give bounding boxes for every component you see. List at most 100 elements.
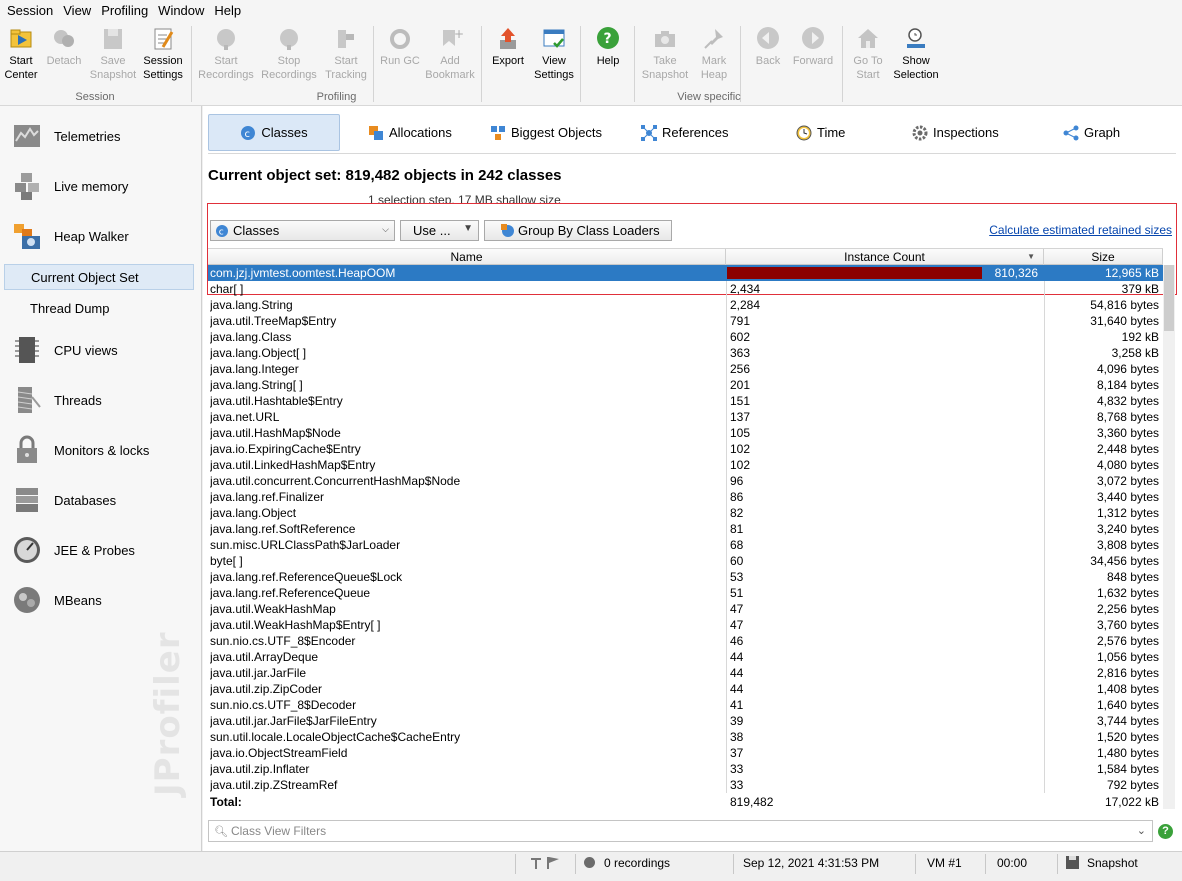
cell-instance-count: 47 <box>730 618 744 632</box>
column-divider <box>726 617 727 633</box>
filter-apply-icon[interactable]: ? <box>1158 824 1173 839</box>
table-row[interactable]: java.lang.ref.ReferenceQueue$Lock 53 848 b… <box>208 569 1163 585</box>
menu-help[interactable]: Help <box>209 0 246 22</box>
table-row[interactable]: java.net.URL 137 8,768 bytes <box>208 409 1163 425</box>
table-row[interactable]: java.util.jar.JarFile$JarFileEntry 39 3,74… <box>208 713 1163 729</box>
sidebar-item-mbeans[interactable]: MBeans <box>0 580 201 620</box>
table-row[interactable]: java.util.WeakHashMap$Entry[ ] 47 3,760 by… <box>208 617 1163 633</box>
table-row[interactable]: java.util.Hashtable$Entry 151 4,832 bytes <box>208 393 1163 409</box>
search-icon: 🔍︎ <box>214 825 228 838</box>
sidebar-item-current-object-set[interactable]: Current Object Set <box>4 264 194 290</box>
sidebar-item-live-memory[interactable]: Live memory <box>0 166 201 206</box>
table-row[interactable]: java.io.ObjectStreamField 37 1,480 bytes <box>208 745 1163 761</box>
column-header-name[interactable]: Name <box>208 249 726 265</box>
detach-button[interactable]: Detach <box>44 26 84 68</box>
table-row[interactable]: java.util.LinkedHashMap$Entry 102 4,080 by… <box>208 457 1163 473</box>
go-to-start-button[interactable]: Go To Start <box>848 26 888 82</box>
tab-time[interactable]: Time <box>796 114 845 151</box>
calculate-retained-sizes-link[interactable]: Calculate estimated retained sizes <box>989 223 1172 237</box>
table-row[interactable]: java.util.WeakHashMap 47 2,256 bytes <box>208 601 1163 617</box>
back-button[interactable]: Back <box>746 26 790 68</box>
cell-instance-count: 602 <box>730 330 751 344</box>
table-row[interactable]: java.lang.Object[ ] 363 3,258 kB <box>208 345 1163 361</box>
sidebar-item-telemetries[interactable]: Telemetries <box>0 116 201 156</box>
view-settings-button[interactable]: View Settings <box>532 26 576 82</box>
table-row[interactable]: java.lang.Integer 256 4,096 bytes <box>208 361 1163 377</box>
save-snapshot-button[interactable]: Save Snapshot <box>89 26 137 82</box>
table-row[interactable]: java.lang.Class 602 192 kB <box>208 329 1163 345</box>
column-header-size[interactable]: Size <box>1044 249 1163 265</box>
tab-classes[interactable]: c Classes <box>208 114 340 151</box>
group-by-class-loaders-button[interactable]: Group By Class Loaders <box>484 220 672 241</box>
sidebar-item-monitors-locks[interactable]: Monitors & locks <box>0 430 201 470</box>
start-center-button[interactable]: Start Center <box>2 26 40 82</box>
scrollbar-thumb[interactable] <box>1164 265 1174 331</box>
session-settings-button[interactable]: Session Settings <box>140 26 186 82</box>
table-row[interactable]: java.lang.ref.ReferenceQueue 51 1,632 byte… <box>208 585 1163 601</box>
tab-allocations[interactable]: Allocations <box>368 114 452 151</box>
table-row[interactable]: java.lang.String 2,284 54,816 bytes <box>208 297 1163 313</box>
export-button[interactable]: Export <box>488 26 528 68</box>
sort-descending-icon: ▼ <box>1027 252 1035 261</box>
sidebar-item-threads[interactable]: Threads <box>0 380 201 420</box>
view-mode-combo[interactable]: c Classes ⌵ <box>210 220 395 241</box>
menu-window[interactable]: Window <box>153 0 209 22</box>
table-row[interactable]: sun.misc.URLClassPath$JarLoader 68 3,808 b… <box>208 537 1163 553</box>
table-row[interactable]: java.lang.String[ ] 201 8,184 bytes <box>208 377 1163 393</box>
sidebar-item-jee-probes[interactable]: JEE & Probes <box>0 530 201 570</box>
sidebar-item-heap-walker[interactable]: Heap Walker <box>0 216 201 256</box>
table-row[interactable]: byte[ ] 60 34,456 bytes <box>208 553 1163 569</box>
show-selection-button[interactable]: Show Selection <box>892 26 940 82</box>
table-row[interactable]: java.lang.Object 82 1,312 bytes <box>208 505 1163 521</box>
run-gc-button[interactable]: Run GC <box>377 26 423 68</box>
column-header-instance-count[interactable]: Instance Count ▼ <box>726 249 1044 265</box>
table-row[interactable]: java.util.concurrent.ConcurrentHashMap$N… <box>208 473 1163 489</box>
tab-biggest-objects[interactable]: Biggest Objects <box>490 114 602 151</box>
add-bookmark-button[interactable]: + Add Bookmark <box>425 26 475 82</box>
menu-session[interactable]: Session <box>2 0 58 22</box>
sidebar-item-cpu-views[interactable]: CPU views <box>0 330 201 370</box>
table-row[interactable]: sun.nio.cs.UTF_8$Encoder 46 2,576 bytes <box>208 633 1163 649</box>
table-row[interactable]: java.io.ExpiringCache$Entry 102 2,448 byte… <box>208 441 1163 457</box>
table-row[interactable]: sun.util.locale.LocaleObjectCache$CacheE… <box>208 729 1163 745</box>
forward-button[interactable]: Forward <box>790 26 836 68</box>
table-row[interactable]: java.util.ArrayDeque 44 1,056 bytes <box>208 649 1163 665</box>
table-row[interactable]: sun.nio.cs.UTF_8$Decoder 41 1,640 bytes <box>208 697 1163 713</box>
column-divider <box>1044 393 1045 409</box>
class-view-filter-input[interactable]: 🔍︎ Class View Filters ⌄ <box>208 820 1153 842</box>
chevron-down-icon[interactable]: ⌄ <box>1137 824 1146 837</box>
table-row[interactable]: java.lang.ref.SoftReference 81 3,240 bytes <box>208 521 1163 537</box>
cell-size: 3,808 bytes <box>1096 538 1159 552</box>
tab-graph[interactable]: Graph <box>1063 114 1120 151</box>
table-row[interactable]: java.util.jar.JarFile 44 2,816 bytes <box>208 665 1163 681</box>
status-mode: Snapshot <box>1066 852 1138 881</box>
column-divider <box>1044 649 1045 665</box>
column-divider <box>726 473 727 489</box>
sidebar-item-databases[interactable]: Databases <box>0 480 201 520</box>
table-row[interactable]: java.util.HashMap$Node 105 3,360 bytes <box>208 425 1163 441</box>
object-set-subtitle: 1 selection step, 17 MB shallow size <box>368 193 561 203</box>
start-tracking-button[interactable]: Start Tracking <box>323 26 369 82</box>
cell-size: 4,096 bytes <box>1096 362 1159 376</box>
menu-profiling[interactable]: Profiling <box>96 0 153 22</box>
take-snapshot-button[interactable]: Take Snapshot <box>640 26 690 82</box>
table-row[interactable]: com.jzj.jvmtest.oomtest.HeapOOM 810,326 12… <box>208 265 1163 281</box>
sidebar-item-thread-dump[interactable]: Thread Dump <box>4 296 194 322</box>
stop-recordings-button[interactable]: Stop Recordings <box>259 26 319 82</box>
tab-references[interactable]: References <box>641 114 728 151</box>
table-row[interactable]: java.util.TreeMap$Entry 791 31,640 bytes <box>208 313 1163 329</box>
mark-heap-button[interactable]: Mark Heap <box>694 26 734 82</box>
flag-icon[interactable] <box>527 852 563 874</box>
menu-view[interactable]: View <box>58 0 96 22</box>
tab-inspections[interactable]: Inspections <box>912 114 999 151</box>
help-button[interactable]: ? Help <box>588 26 628 68</box>
table-row[interactable]: java.util.zip.ZStreamRef 33 792 bytes <box>208 777 1163 793</box>
table-row[interactable]: java.util.zip.Inflater 33 1,584 bytes <box>208 761 1163 777</box>
start-recordings-button[interactable]: Start Recordings <box>197 26 255 82</box>
table-row[interactable]: char[ ] 2,434 379 kB <box>208 281 1163 297</box>
use-button[interactable]: Use ... ▼ <box>400 220 479 241</box>
status-tools <box>527 852 567 881</box>
table-row[interactable]: java.util.zip.ZipCoder 44 1,408 bytes <box>208 681 1163 697</box>
table-row[interactable]: java.lang.ref.Finalizer 86 3,440 bytes <box>208 489 1163 505</box>
table-scrollbar[interactable] <box>1163 265 1175 809</box>
